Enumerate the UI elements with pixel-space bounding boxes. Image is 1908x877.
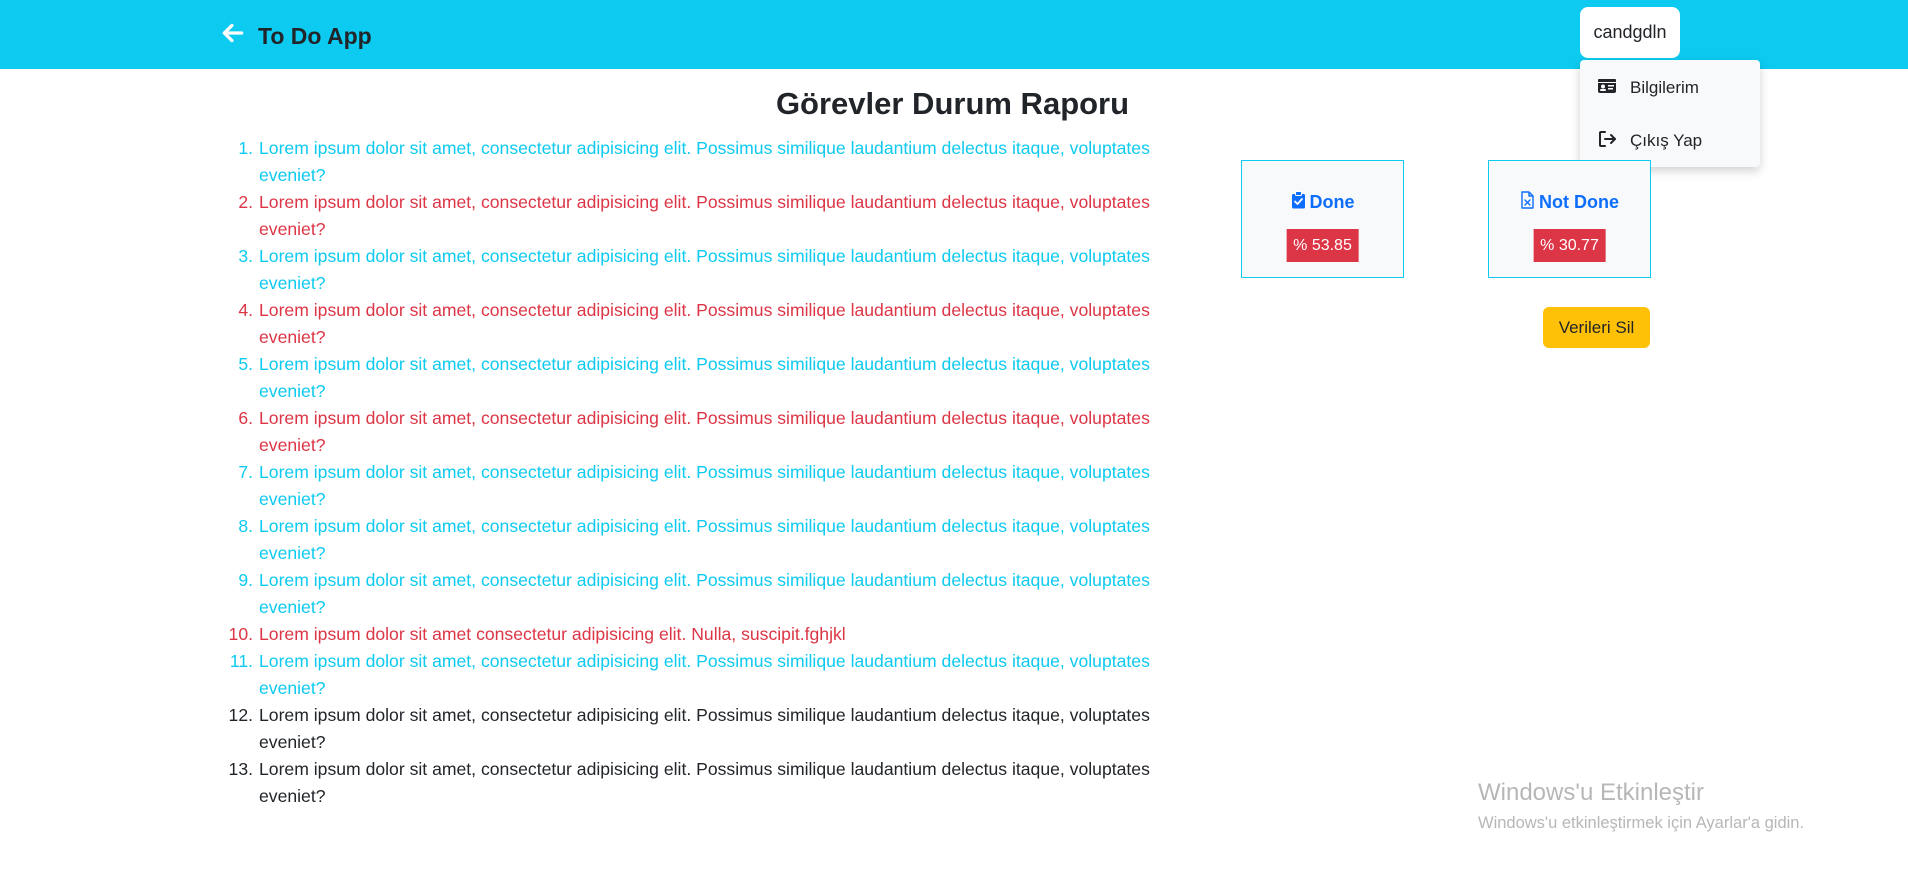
task-text: Lorem ipsum dolor sit amet, consectetur … <box>259 138 1150 185</box>
windows-activation-watermark: Windows'u Etkinleştir Windows'u etkinleş… <box>1478 778 1804 834</box>
task-item: 11. Lorem ipsum dolor sit amet, consectet… <box>230 648 1171 702</box>
task-item: 9. Lorem ipsum dolor sit amet, consectetu… <box>238 567 1171 621</box>
task-text: Lorem ipsum dolor sit amet, consectetur … <box>259 462 1150 509</box>
task-text: Lorem ipsum dolor sit amet, consectetur … <box>259 516 1150 563</box>
done-percentage-badge: % 53.85 <box>1286 229 1359 262</box>
task-item: 5. Lorem ipsum dolor sit amet, consectetu… <box>238 351 1171 405</box>
not-done-label: Not Done <box>1539 192 1619 212</box>
task-text: Lorem ipsum dolor sit amet, consectetur … <box>259 651 1150 698</box>
user-dropdown-button[interactable]: candgdln <box>1580 7 1680 58</box>
watermark-title: Windows'u Etkinleştir <box>1478 779 1704 806</box>
task-item: 13. Lorem ipsum dolor sit amet, consectet… <box>229 756 1171 810</box>
task-number: 5. <box>238 354 253 374</box>
task-text: Lorem ipsum dolor sit amet, consectetur … <box>259 192 1150 239</box>
file-x-icon <box>1520 191 1535 214</box>
delete-data-button[interactable]: Verileri Sil <box>1543 307 1650 348</box>
task-number: 7. <box>238 462 253 482</box>
task-item: 7. Lorem ipsum dolor sit amet, consectetu… <box>238 459 1171 513</box>
watermark-subtitle: Windows'u etkinleştirmek için Ayarlar'a … <box>1478 814 1805 832</box>
navbar: To Do App candgdln <box>0 0 1908 69</box>
task-number: 2. <box>238 192 253 212</box>
page-title: Görevler Durum Raporu <box>775 86 1130 121</box>
not-done-stat-card: Not Done % 30.77 <box>1488 160 1651 278</box>
task-number: 10. <box>228 624 253 644</box>
done-stat-title: Done <box>1242 191 1403 214</box>
clipboard-check-icon <box>1291 191 1306 214</box>
menu-item-label: Çıkış Yap <box>1630 131 1703 150</box>
task-item: 1. Lorem ipsum dolor sit amet, consectetu… <box>238 135 1171 189</box>
task-number: 4. <box>238 300 253 320</box>
arrow-left-icon <box>220 20 246 52</box>
task-item: 12. Lorem ipsum dolor sit amet, consectet… <box>229 702 1171 756</box>
task-number: 13. <box>228 759 253 779</box>
done-label: Done <box>1309 192 1355 212</box>
task-number: 11. <box>229 651 253 671</box>
app-brand-link[interactable]: To Do App <box>220 20 372 52</box>
task-text: Lorem ipsum dolor sit amet, consectetur … <box>259 408 1150 455</box>
app-brand-label: To Do App <box>258 22 372 49</box>
task-list: 1. Lorem ipsum dolor sit amet, consectetu… <box>229 135 1171 810</box>
task-number: 9. <box>238 570 253 590</box>
task-text: Lorem ipsum dolor sit amet consectetur a… <box>259 624 846 644</box>
task-item: 8. Lorem ipsum dolor sit amet, consectetu… <box>238 513 1171 567</box>
task-text: Lorem ipsum dolor sit amet, consectetur … <box>259 300 1150 347</box>
task-number: 12. <box>228 705 253 725</box>
task-item: 10. Lorem ipsum dolor sit amet consectetu… <box>229 621 1171 648</box>
done-stat-card: Done % 53.85 <box>1241 160 1404 278</box>
task-number: 8. <box>238 516 253 536</box>
not-done-percentage-badge: % 30.77 <box>1533 229 1606 262</box>
task-text: Lorem ipsum dolor sit amet, consectetur … <box>259 705 1150 752</box>
task-item: 4. Lorem ipsum dolor sit amet, consectetu… <box>238 297 1171 351</box>
task-item: 6. Lorem ipsum dolor sit amet, consectetu… <box>238 405 1171 459</box>
not-done-stat-title: Not Done <box>1489 191 1650 214</box>
task-text: Lorem ipsum dolor sit amet, consectetur … <box>259 246 1150 293</box>
menu-item-logout[interactable]: Çıkış Yap <box>1580 118 1760 164</box>
logout-icon <box>1580 129 1630 154</box>
task-text: Lorem ipsum dolor sit amet, consectetur … <box>259 570 1150 617</box>
task-item: 2. Lorem ipsum dolor sit amet, consectetu… <box>238 189 1171 243</box>
task-item: 3. Lorem ipsum dolor sit amet, consectetu… <box>238 243 1171 297</box>
task-text: Lorem ipsum dolor sit amet, consectetur … <box>259 759 1150 806</box>
task-number: 1. <box>238 138 253 158</box>
task-number: 3. <box>238 246 253 266</box>
task-number: 6. <box>238 408 253 428</box>
task-text: Lorem ipsum dolor sit amet, consectetur … <box>259 354 1150 401</box>
